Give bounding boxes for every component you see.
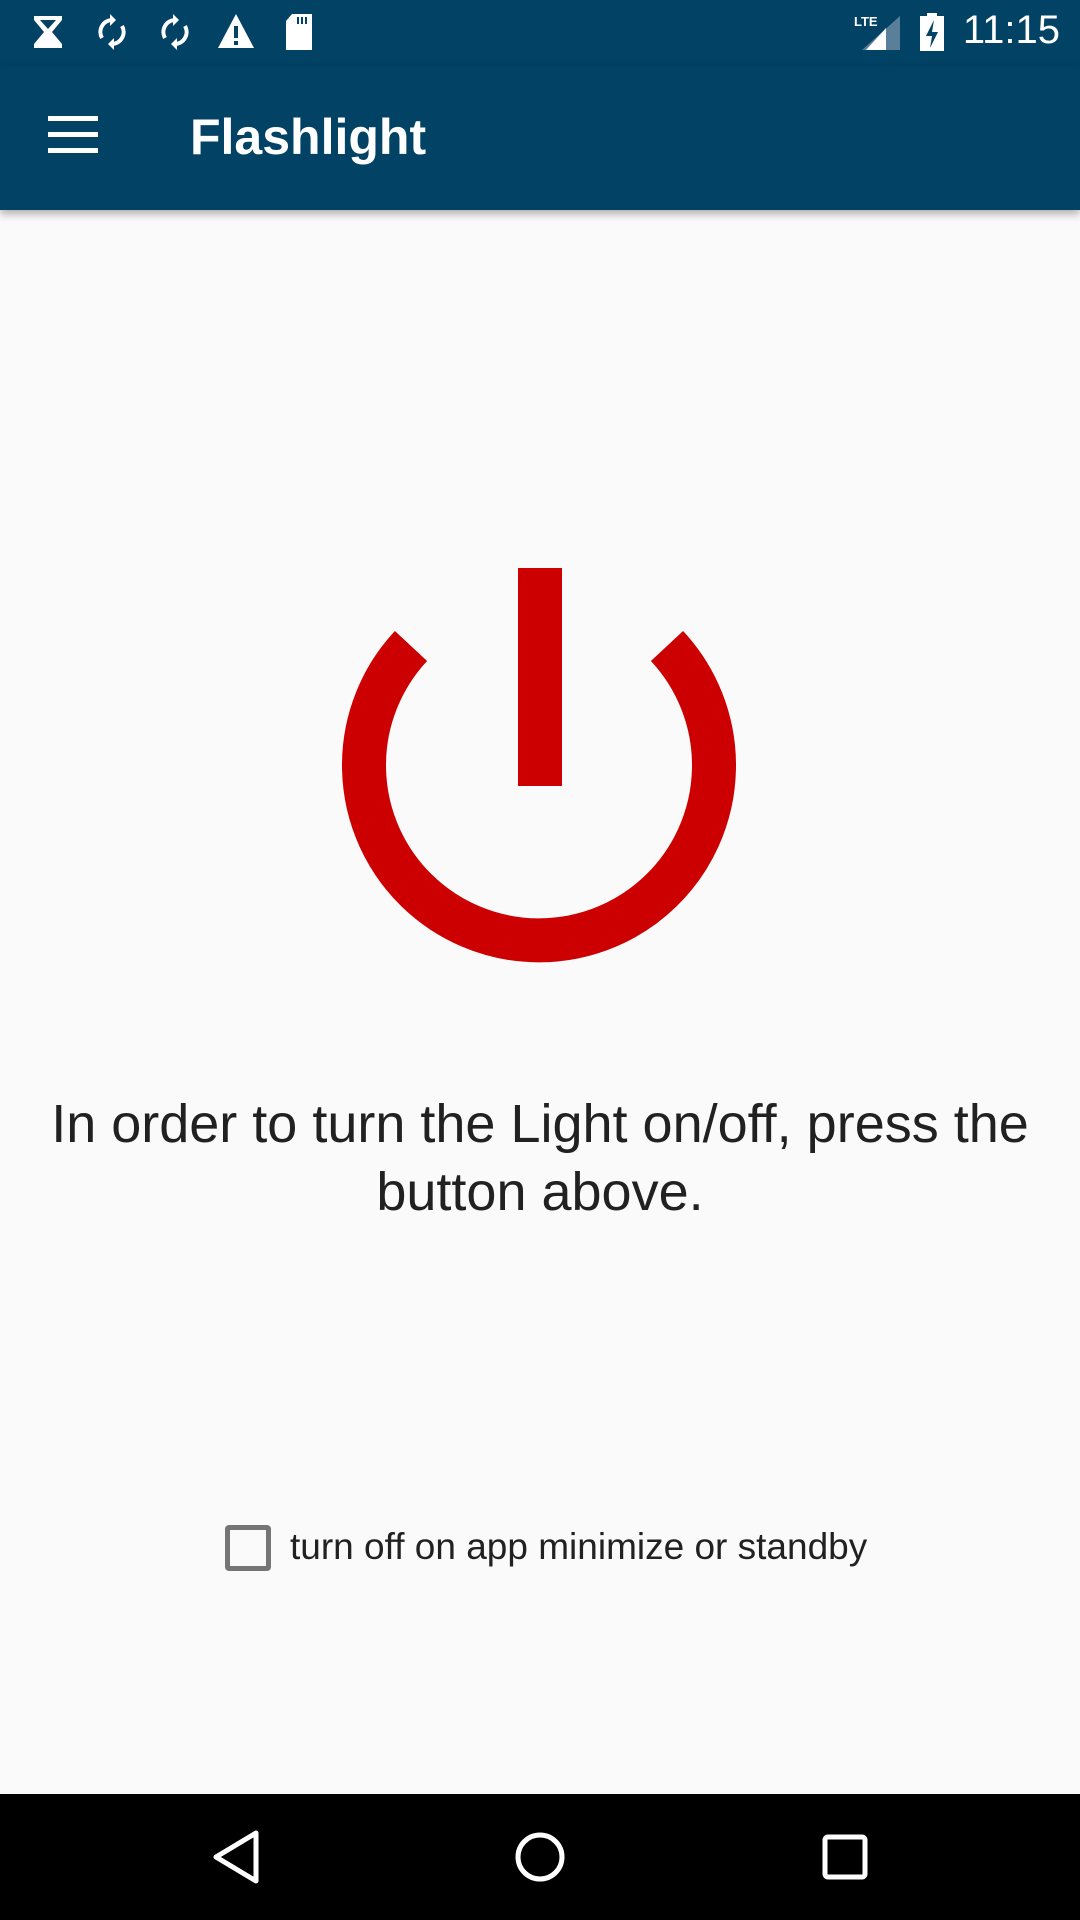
power-icon [342,568,736,963]
sync-icon [161,14,189,50]
battery-charging-icon [920,13,944,51]
hamburger-menu-icon[interactable] [48,116,98,156]
sd-card-icon [286,14,312,50]
power-button[interactable] [339,565,739,965]
checkbox-label[interactable]: turn off on app minimize or standby [290,1526,867,1568]
turn-off-checkbox[interactable] [225,1525,271,1571]
home-icon[interactable] [510,1827,570,1887]
navigation-bar [0,1794,1080,1920]
hourglass-icon [34,16,62,48]
instruction-text: In order to turn the Light on/off, press… [51,1094,1029,1222]
sync-icon [98,14,126,50]
page-title: Flashlight [190,109,427,165]
recents-icon[interactable] [815,1827,875,1887]
lte-signal-icon: LTE [854,14,900,50]
back-icon[interactable] [208,1827,268,1887]
status-bar: LTE 11:15 [0,0,1080,66]
app-bar: Flashlight [0,66,1080,210]
clock: 11:15 [962,8,1060,52]
svg-text:LTE: LTE [854,14,878,29]
warning-icon [218,14,254,48]
